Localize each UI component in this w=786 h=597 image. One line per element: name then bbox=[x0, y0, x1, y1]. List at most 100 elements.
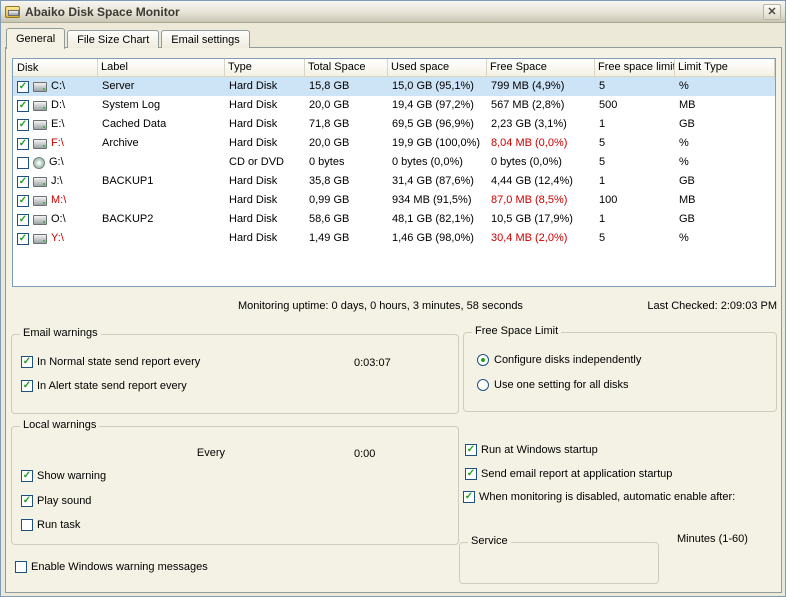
alert-report-checkbox[interactable] bbox=[21, 380, 33, 392]
disk-checkbox[interactable] bbox=[17, 176, 29, 188]
auto-enable-checkbox[interactable] bbox=[463, 491, 475, 503]
disk-cell: J:\ bbox=[13, 172, 98, 191]
disk-checkbox[interactable] bbox=[17, 214, 29, 226]
tab-file-size-chart[interactable]: File Size Chart bbox=[67, 30, 159, 48]
free-space-limit-group: Free Space Limit bbox=[463, 332, 777, 412]
cell-free: 30,4 MB (2,0%) bbox=[487, 229, 595, 248]
cell-label: Server bbox=[98, 77, 225, 96]
table-row[interactable]: D:\System LogHard Disk20,0 GB19,4 GB (97… bbox=[13, 96, 775, 115]
play-sound-label: Play sound bbox=[37, 495, 91, 507]
cell-used: 1,46 GB (98,0%) bbox=[388, 229, 487, 248]
col-header-free[interactable]: Free Space bbox=[487, 59, 595, 77]
disk-letter: C:\ bbox=[51, 77, 65, 96]
cell-total: 71,8 GB bbox=[305, 115, 388, 134]
disk-checkbox[interactable] bbox=[17, 119, 29, 131]
cell-label: BACKUP1 bbox=[98, 172, 225, 191]
table-row[interactable]: C:\ServerHard Disk15,8 GB15,0 GB (95,1%)… bbox=[13, 77, 775, 96]
send-report-startup-label: Send email report at application startup bbox=[481, 468, 672, 480]
col-header-total[interactable]: Total Space bbox=[305, 59, 388, 77]
cell-free: 567 MB (2,8%) bbox=[487, 96, 595, 115]
cell-used: 31,4 GB (87,6%) bbox=[388, 172, 487, 191]
service-group: Service bbox=[459, 542, 659, 584]
email-warnings-group: Email warnings bbox=[11, 334, 459, 414]
col-header-type[interactable]: Type bbox=[225, 59, 305, 77]
disk-cell: F:\ bbox=[13, 134, 98, 153]
col-header-limit[interactable]: Free space limit bbox=[595, 59, 675, 77]
table-row[interactable]: O:\BACKUP2Hard Disk58,6 GB48,1 GB (82,1%… bbox=[13, 210, 775, 229]
alert-report-label: In Alert state send report every bbox=[37, 380, 187, 392]
show-warning-row: Show warning bbox=[21, 470, 106, 482]
cell-limit_type: MB bbox=[675, 191, 775, 210]
enable-windows-messages-label: Enable Windows warning messages bbox=[31, 561, 208, 573]
run-at-startup-checkbox[interactable] bbox=[465, 444, 477, 456]
table-row[interactable]: E:\Cached DataHard Disk71,8 GB69,5 GB (9… bbox=[13, 115, 775, 134]
cell-type: Hard Disk bbox=[225, 96, 305, 115]
cell-total: 0,99 GB bbox=[305, 191, 388, 210]
run-task-checkbox[interactable] bbox=[21, 519, 33, 531]
disk-checkbox[interactable] bbox=[17, 195, 29, 207]
tab-general[interactable]: General bbox=[6, 28, 65, 49]
disk-checkbox[interactable] bbox=[17, 138, 29, 150]
normal-report-row: In Normal state send report every bbox=[21, 356, 200, 368]
enable-windows-messages-checkbox[interactable] bbox=[15, 561, 27, 573]
auto-enable-row: When monitoring is disabled, automatic e… bbox=[463, 491, 735, 503]
cell-limit_type: MB bbox=[675, 96, 775, 115]
cell-label: System Log bbox=[98, 96, 225, 115]
disk-table-header: Disk Label Type Total Space Used space F… bbox=[13, 59, 775, 77]
disk-table: Disk Label Type Total Space Used space F… bbox=[12, 58, 776, 287]
send-report-startup-checkbox[interactable] bbox=[465, 468, 477, 480]
cell-free: 87,0 MB (8,5%) bbox=[487, 191, 595, 210]
cell-type: CD or DVD bbox=[225, 153, 305, 172]
configure-independently-label: Configure disks independently bbox=[494, 354, 641, 366]
cell-label bbox=[98, 229, 225, 248]
col-header-label[interactable]: Label bbox=[98, 59, 225, 77]
disk-cell: C:\ bbox=[13, 77, 98, 96]
hdd-icon bbox=[33, 101, 47, 111]
cell-label: Archive bbox=[98, 134, 225, 153]
enable-windows-messages-row: Enable Windows warning messages bbox=[15, 561, 208, 573]
tab-email-settings[interactable]: Email settings bbox=[161, 30, 249, 48]
every-label: Every bbox=[171, 447, 225, 459]
disk-cell: M:\ bbox=[13, 191, 98, 210]
disk-checkbox[interactable] bbox=[17, 157, 29, 169]
disk-checkbox[interactable] bbox=[17, 100, 29, 112]
table-row[interactable]: Y:\Hard Disk1,49 GB1,46 GB (98,0%)30,4 M… bbox=[13, 229, 775, 248]
col-header-used[interactable]: Used space bbox=[388, 59, 487, 77]
title-bar: Abaiko Disk Space Monitor ✕ bbox=[1, 1, 785, 23]
cell-type: Hard Disk bbox=[225, 115, 305, 134]
col-header-limit-type[interactable]: Limit Type bbox=[675, 59, 775, 77]
cell-type: Hard Disk bbox=[225, 134, 305, 153]
cell-total: 0 bytes bbox=[305, 153, 388, 172]
table-row[interactable]: G:\CD or DVD0 bytes0 bytes (0,0%)0 bytes… bbox=[13, 153, 775, 172]
configure-independently-radio[interactable] bbox=[477, 354, 489, 366]
cell-limit: 1 bbox=[595, 210, 675, 229]
disk-checkbox[interactable] bbox=[17, 81, 29, 93]
cd-icon bbox=[33, 157, 45, 169]
normal-report-checkbox[interactable] bbox=[21, 356, 33, 368]
one-setting-label: Use one setting for all disks bbox=[494, 379, 629, 391]
app-icon bbox=[5, 6, 20, 18]
table-row[interactable]: F:\ArchiveHard Disk20,0 GB19,9 GB (100,0… bbox=[13, 134, 775, 153]
table-row[interactable]: M:\Hard Disk0,99 GB934 MB (91,5%)87,0 MB… bbox=[13, 191, 775, 210]
cell-type: Hard Disk bbox=[225, 172, 305, 191]
cell-used: 15,0 GB (95,1%) bbox=[388, 77, 487, 96]
cell-type: Hard Disk bbox=[225, 77, 305, 96]
cell-used: 0 bytes (0,0%) bbox=[388, 153, 487, 172]
disk-checkbox[interactable] bbox=[17, 233, 29, 245]
app-window: { "window": { "title": "Abaiko Disk Spac… bbox=[0, 0, 786, 597]
cell-limit_type: % bbox=[675, 153, 775, 172]
one-setting-radio[interactable] bbox=[477, 379, 489, 391]
cell-limit: 500 bbox=[595, 96, 675, 115]
cell-free: 0 bytes (0,0%) bbox=[487, 153, 595, 172]
disk-letter: D:\ bbox=[51, 96, 65, 115]
show-warning-checkbox[interactable] bbox=[21, 470, 33, 482]
close-icon[interactable]: ✕ bbox=[763, 4, 781, 20]
disk-cell: E:\ bbox=[13, 115, 98, 134]
disk-letter: O:\ bbox=[51, 210, 66, 229]
col-header-disk[interactable]: Disk bbox=[13, 59, 98, 77]
hdd-icon bbox=[33, 196, 47, 206]
play-sound-checkbox[interactable] bbox=[21, 495, 33, 507]
play-sound-row: Play sound bbox=[21, 495, 91, 507]
disk-letter: M:\ bbox=[51, 191, 66, 210]
table-row[interactable]: J:\BACKUP1Hard Disk35,8 GB31,4 GB (87,6%… bbox=[13, 172, 775, 191]
